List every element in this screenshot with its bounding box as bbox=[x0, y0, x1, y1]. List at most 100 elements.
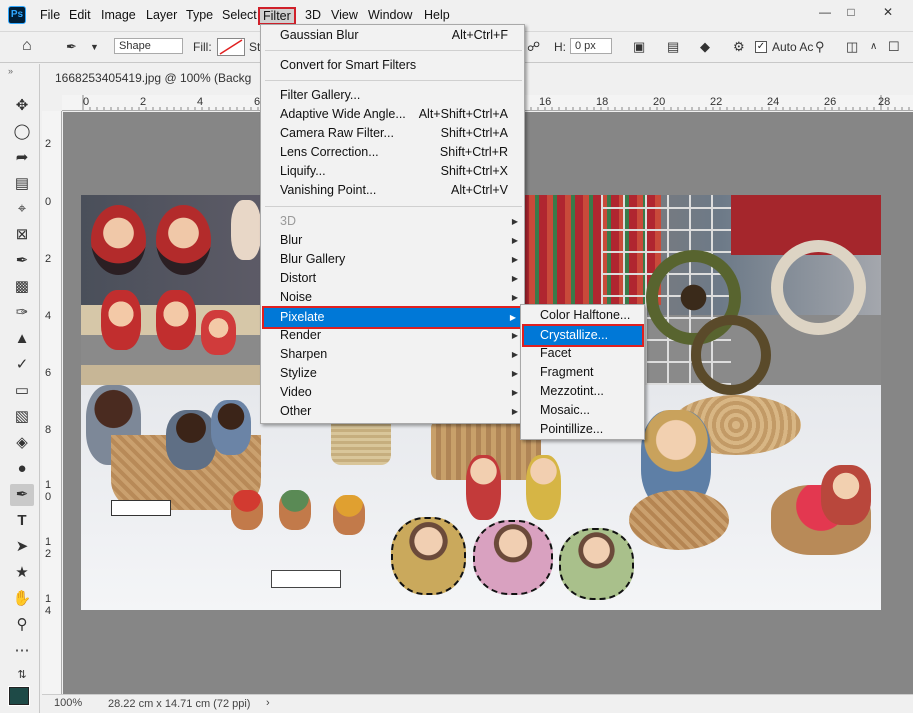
ruler-tick: 26 bbox=[824, 96, 837, 108]
brush-icon[interactable]: ✑ bbox=[10, 302, 34, 324]
auto-add-checkbox[interactable]: ✓ bbox=[755, 41, 767, 53]
eraser-icon[interactable]: ▭ bbox=[10, 380, 34, 402]
type-icon[interactable]: T bbox=[10, 510, 34, 532]
ruler-tick: 0 bbox=[45, 491, 52, 503]
menu-item-convert-smart-filters[interactable]: Convert for Smart Filters bbox=[262, 56, 524, 75]
menu-item-blur-gallery[interactable]: Blur Gallery ▶ bbox=[262, 250, 524, 269]
filter-menu-dropdown: Gaussian Blur Alt+Ctrl+F Convert for Smar… bbox=[260, 24, 525, 424]
hand-icon[interactable]: ✋ bbox=[10, 588, 34, 610]
menu-item-color-halftone[interactable]: Color Halftone... bbox=[522, 306, 644, 325]
path-align-icon[interactable]: ▤ bbox=[667, 39, 679, 55]
path-ops-icon[interactable]: ▣ bbox=[633, 39, 645, 55]
menu-item-camera-raw[interactable]: Camera Raw Filter... Shift+Ctrl+A bbox=[262, 124, 524, 143]
ruler-tick: 4 bbox=[197, 96, 204, 108]
maximize-icon[interactable]: □ bbox=[841, 4, 861, 20]
fill-label: Fill: bbox=[193, 40, 212, 54]
marquee-icon[interactable]: ◯ bbox=[10, 121, 34, 143]
chevron-right-icon[interactable]: › bbox=[266, 697, 270, 709]
fill-swatch[interactable] bbox=[217, 38, 245, 56]
menu-item-render[interactable]: Render ▶ bbox=[262, 326, 524, 345]
menu-help[interactable]: Help bbox=[421, 7, 453, 25]
share-icon[interactable]: ☐ bbox=[888, 39, 900, 55]
pen-tool-icon[interactable]: ✒ bbox=[66, 39, 77, 55]
lasso-icon[interactable]: ➦ bbox=[10, 147, 34, 169]
path-select-icon[interactable]: ➤ bbox=[10, 536, 34, 558]
chevron-up-icon[interactable]: ∧ bbox=[870, 41, 877, 52]
more-icon[interactable]: ⋯ bbox=[10, 640, 34, 662]
minimize-icon[interactable]: — bbox=[815, 4, 835, 20]
eyedropper-icon[interactable]: ✒ bbox=[10, 250, 34, 272]
menu-item-stylize[interactable]: Stylize ▶ bbox=[262, 364, 524, 383]
foreground-color-swatch[interactable] bbox=[8, 686, 30, 706]
menu-item-blur[interactable]: Blur ▶ bbox=[262, 231, 524, 250]
menu-3d[interactable]: 3D bbox=[302, 7, 324, 25]
menu-view[interactable]: View bbox=[328, 7, 361, 25]
submenu-arrow-icon: ▶ bbox=[511, 236, 518, 245]
menu-item-facet[interactable]: Facet bbox=[522, 344, 644, 363]
ruler-tick: 1 bbox=[45, 536, 52, 548]
shape-icon[interactable]: ★ bbox=[10, 562, 34, 584]
menu-select[interactable]: Select bbox=[219, 7, 260, 25]
swap-colors-icon[interactable]: ⇅ bbox=[10, 664, 34, 686]
crop-icon[interactable]: ⌖ bbox=[10, 198, 34, 220]
menu-type[interactable]: Type bbox=[183, 7, 216, 25]
menu-item-distort[interactable]: Distort ▶ bbox=[262, 269, 524, 288]
path-arrange-icon[interactable]: ◆ bbox=[700, 39, 710, 55]
menu-item-fragment[interactable]: Fragment bbox=[522, 363, 644, 382]
menu-item-pointillize[interactable]: Pointillize... bbox=[522, 420, 644, 439]
ruler-tick: 18 bbox=[596, 96, 609, 108]
ruler-tick: 4 bbox=[45, 605, 52, 617]
height-input[interactable]: 0 px bbox=[570, 38, 612, 54]
ruler-vertical: 2 0 2 4 6 8 1 0 1 2 1 4 bbox=[42, 111, 62, 694]
gradient-icon[interactable]: ▧ bbox=[10, 406, 34, 428]
menu-item-adaptive-wide-angle[interactable]: Adaptive Wide Angle... Alt+Shift+Ctrl+A bbox=[262, 105, 524, 124]
menu-separator bbox=[265, 206, 522, 207]
ruler-tick: 24 bbox=[767, 96, 780, 108]
link-icon[interactable]: ☍ bbox=[527, 39, 540, 55]
blur-icon[interactable]: ◈ bbox=[10, 432, 34, 454]
ruler-tick: 2 bbox=[45, 253, 52, 265]
submenu-arrow-icon: ▶ bbox=[511, 388, 518, 397]
menu-item-vanishing-point[interactable]: Vanishing Point... Alt+Ctrl+V bbox=[262, 181, 524, 200]
shape-mode-select[interactable]: Shape bbox=[114, 38, 183, 54]
menu-image[interactable]: Image bbox=[98, 7, 139, 25]
zoom-level[interactable]: 100% bbox=[54, 697, 82, 709]
quick-select-icon[interactable]: ▤ bbox=[10, 173, 34, 195]
search-icon[interactable]: ⚲ bbox=[815, 39, 825, 55]
submenu-arrow-icon: ▶ bbox=[511, 350, 518, 359]
menu-item-sharpen[interactable]: Sharpen ▶ bbox=[262, 345, 524, 364]
menu-item-mezzotint[interactable]: Mezzotint... bbox=[522, 382, 644, 401]
menu-window[interactable]: Window bbox=[365, 7, 415, 25]
workspace-icon[interactable]: ◫ bbox=[846, 39, 858, 55]
menu-edit[interactable]: Edit bbox=[66, 7, 94, 25]
menu-item-lens-correction[interactable]: Lens Correction... Shift+Ctrl+R bbox=[262, 143, 524, 162]
menu-item-liquify[interactable]: Liquify... Shift+Ctrl+X bbox=[262, 162, 524, 181]
submenu-arrow-icon: ▶ bbox=[511, 293, 518, 302]
pixelate-submenu: Color Halftone... Crystallize... Facet F… bbox=[520, 304, 645, 440]
menu-item-other[interactable]: Other ▶ bbox=[262, 402, 524, 421]
close-icon[interactable]: ✕ bbox=[878, 4, 898, 20]
height-label: H: bbox=[554, 40, 566, 54]
pen-icon[interactable]: ✒ bbox=[10, 484, 34, 506]
menu-item-gaussian-blur[interactable]: Gaussian Blur Alt+Ctrl+F bbox=[262, 26, 524, 45]
dodge-icon[interactable]: ● bbox=[10, 458, 34, 480]
home-icon[interactable]: ⌂ bbox=[22, 37, 32, 55]
submenu-arrow-icon: ▶ bbox=[511, 274, 518, 283]
menu-item-mosaic[interactable]: Mosaic... bbox=[522, 401, 644, 420]
history-brush-icon[interactable]: ✓ bbox=[10, 354, 34, 376]
menu-item-noise[interactable]: Noise ▶ bbox=[262, 288, 524, 307]
menu-layer[interactable]: Layer bbox=[143, 7, 180, 25]
healing-icon[interactable]: ▩ bbox=[10, 276, 34, 298]
move-icon[interactable]: ✥ bbox=[10, 95, 34, 117]
menu-filter[interactable]: Filter bbox=[258, 7, 296, 25]
menu-item-filter-gallery[interactable]: Filter Gallery... bbox=[262, 86, 524, 105]
ruler-tick: 2 bbox=[45, 548, 52, 560]
chevron-down-icon[interactable]: ▼ bbox=[90, 42, 99, 52]
menu-item-video[interactable]: Video ▶ bbox=[262, 383, 524, 402]
gear-icon[interactable]: ⚙ bbox=[733, 39, 745, 55]
stamp-icon[interactable]: ▲ bbox=[10, 328, 34, 350]
frame-icon[interactable]: ⊠ bbox=[10, 224, 34, 246]
menu-file[interactable]: File bbox=[37, 7, 63, 25]
collapse-icon[interactable]: » bbox=[8, 66, 13, 76]
zoom-icon[interactable]: ⚲ bbox=[10, 614, 34, 636]
